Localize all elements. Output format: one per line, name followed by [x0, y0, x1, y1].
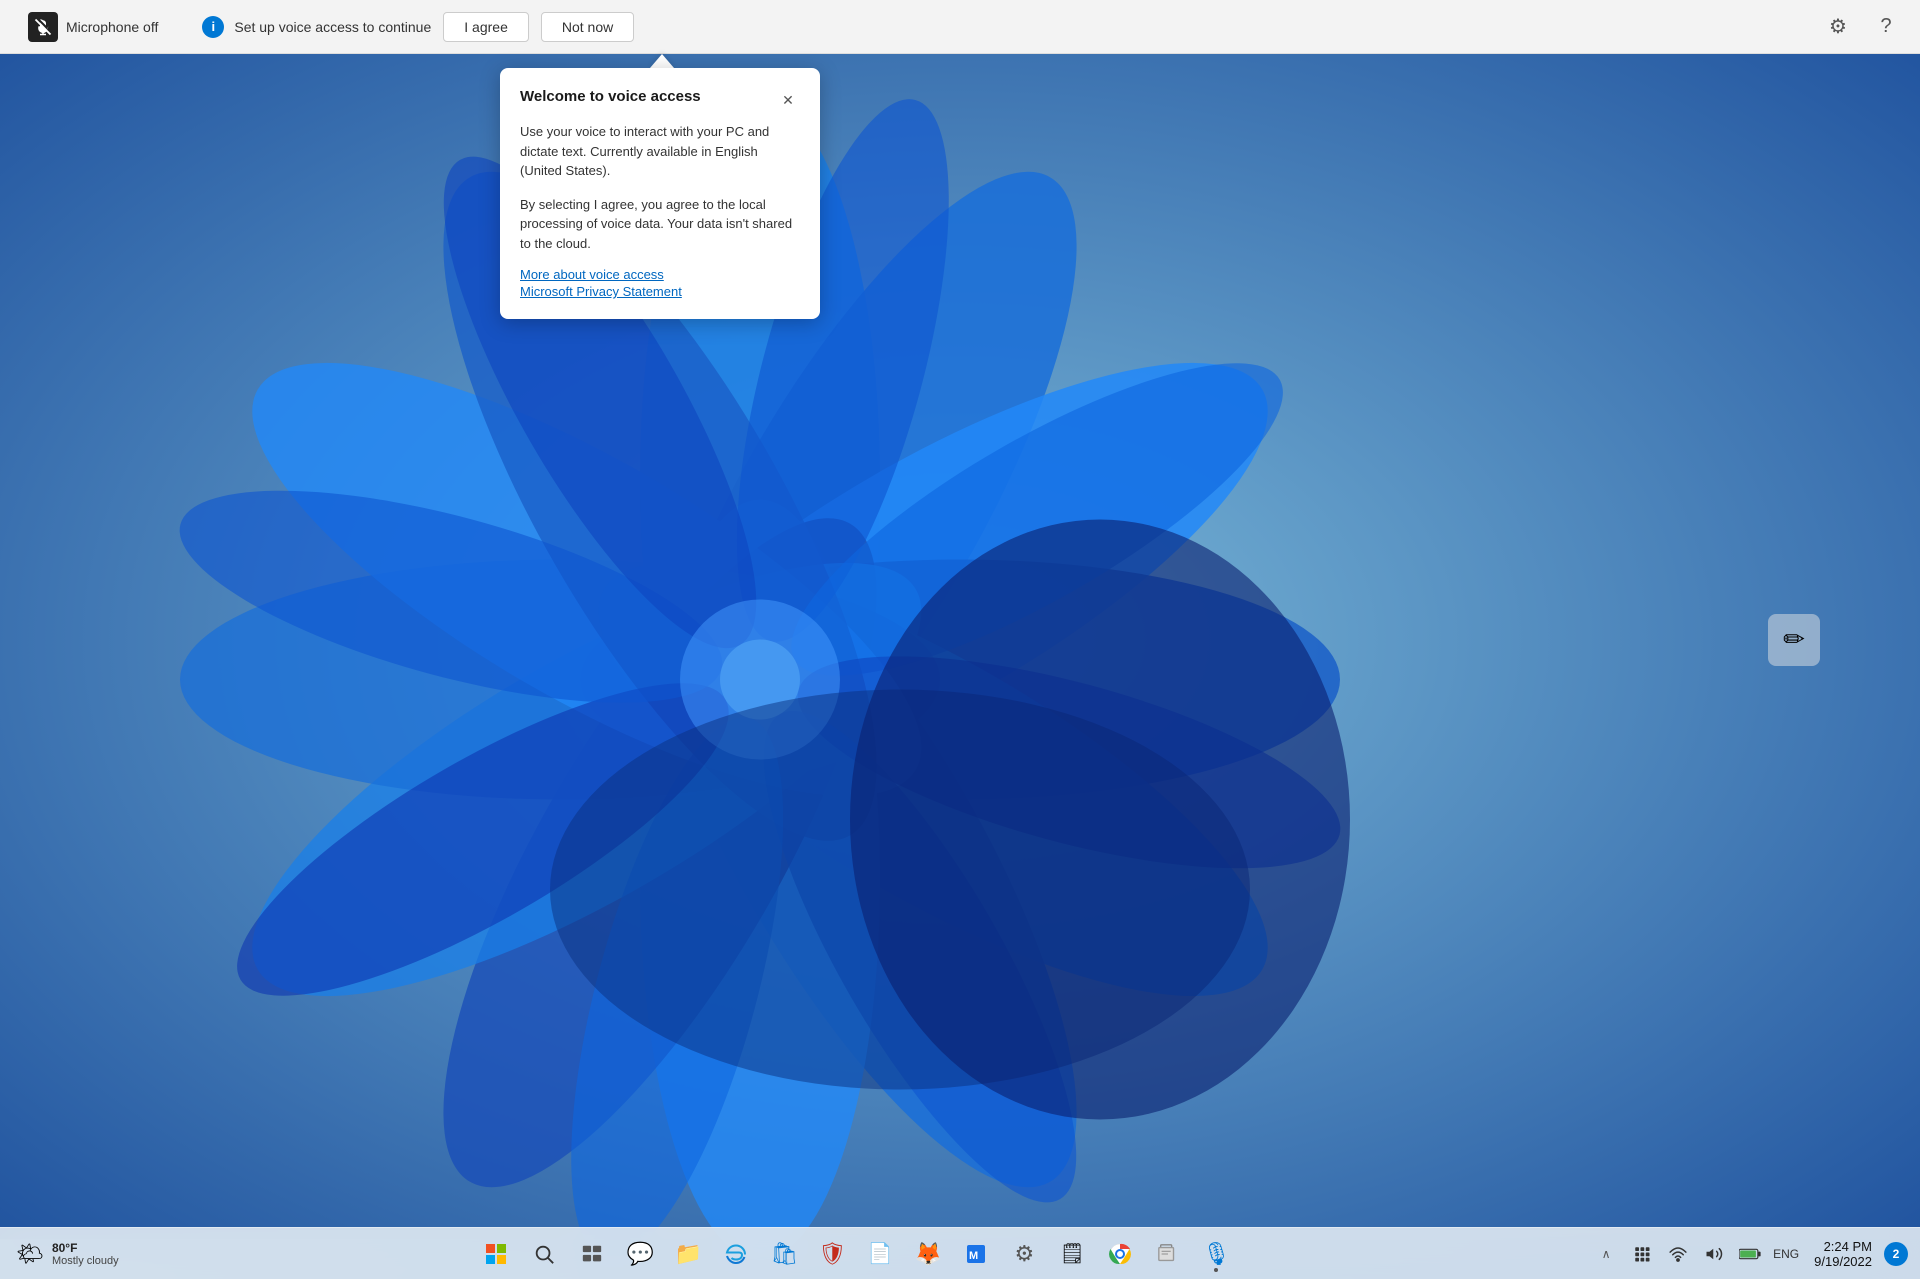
privacy-statement-link[interactable]: Microsoft Privacy Statement [520, 284, 800, 299]
not-now-button[interactable]: Not now [541, 12, 634, 42]
miro-button[interactable]: M [954, 1232, 998, 1276]
weather-text: 80°F Mostly cloudy [52, 1241, 119, 1267]
taskbar: 🌤 80°F Mostly cloudy [0, 1227, 1920, 1279]
popup-description: Use your voice to interact with your PC … [520, 122, 800, 181]
chrome-button[interactable] [1098, 1232, 1142, 1276]
weather-description: Mostly cloudy [52, 1255, 119, 1267]
pen-icon: ✏ [1783, 624, 1805, 655]
tray-wifi-icon[interactable] [1662, 1238, 1694, 1270]
welcome-popup: Welcome to voice access ✕ Use your voice… [500, 68, 820, 319]
help-icon-button[interactable]: ? [1868, 9, 1904, 45]
notification-button[interactable]: 2 [1884, 1242, 1908, 1266]
store-button[interactable]: 🛍 [762, 1232, 806, 1276]
microphone-button[interactable]: Microphone off [16, 6, 170, 48]
taskbar-icons: 💬 📁 🛍 🛡 📄 🦊 M [135, 1232, 1579, 1276]
clock-widget[interactable]: 2:24 PM 9/19/2022 [1806, 1239, 1880, 1269]
popup-arrow [650, 54, 674, 68]
tray-language-icon[interactable]: ENG [1770, 1238, 1802, 1270]
settings-button[interactable]: ⚙ [1002, 1232, 1046, 1276]
desktop-wallpaper [0, 0, 1920, 1279]
popup-close-button[interactable]: ✕ [776, 88, 800, 112]
tray-network-icon[interactable] [1626, 1238, 1658, 1270]
acrobat-button[interactable]: 📄 [858, 1232, 902, 1276]
weather-widget[interactable]: 🌤 80°F Mostly cloudy [0, 1241, 135, 1267]
popup-consent-text: By selecting I agree, you agree to the l… [520, 195, 800, 254]
more-about-link[interactable]: More about voice access [520, 267, 800, 282]
files-app-button[interactable]: 🗒 [1050, 1232, 1094, 1276]
popup-links: More about voice access Microsoft Privac… [520, 267, 800, 299]
mic-status-label: Microphone off [66, 19, 158, 35]
teams-chat-button[interactable]: 💬 [618, 1232, 662, 1276]
agree-button[interactable]: I agree [443, 12, 529, 42]
firefox-button[interactable]: 🦊 [906, 1232, 950, 1276]
malwarebytes-button[interactable]: 🛡 [810, 1232, 854, 1276]
voice-access-taskbar-button[interactable]: 🎙 [1194, 1232, 1238, 1276]
info-icon: i [202, 16, 224, 38]
settings-icon-button[interactable]: ⚙ [1820, 9, 1856, 45]
clock-time: 2:24 PM [1824, 1239, 1872, 1254]
snipping-tool-button[interactable] [1146, 1232, 1190, 1276]
task-view-button[interactable] [570, 1232, 614, 1276]
svg-text:M: M [969, 1250, 978, 1262]
desktop: Microphone off i Set up voice access to … [0, 0, 1920, 1279]
start-button[interactable] [474, 1232, 518, 1276]
tray-battery-icon[interactable] [1734, 1238, 1766, 1270]
weather-temperature: 80°F [52, 1241, 119, 1255]
system-tray: ∧ [1578, 1238, 1920, 1270]
clock-date: 9/19/2022 [1814, 1254, 1872, 1269]
tray-volume-icon[interactable] [1698, 1238, 1730, 1270]
search-button[interactable] [522, 1232, 566, 1276]
setup-section: i Set up voice access to continue [202, 16, 431, 38]
floating-action-button[interactable]: ✏ [1768, 614, 1820, 666]
edge-button[interactable] [714, 1232, 758, 1276]
setup-text: Set up voice access to continue [234, 19, 431, 35]
weather-icon: 🌤 [16, 1241, 44, 1267]
popup-header: Welcome to voice access ✕ [520, 88, 800, 112]
voice-access-bar: Microphone off i Set up voice access to … [0, 0, 1920, 54]
popup-title: Welcome to voice access [520, 88, 701, 105]
tray-chevron[interactable]: ∧ [1590, 1238, 1622, 1270]
file-explorer-button[interactable]: 📁 [666, 1232, 710, 1276]
microphone-off-icon [28, 12, 58, 42]
